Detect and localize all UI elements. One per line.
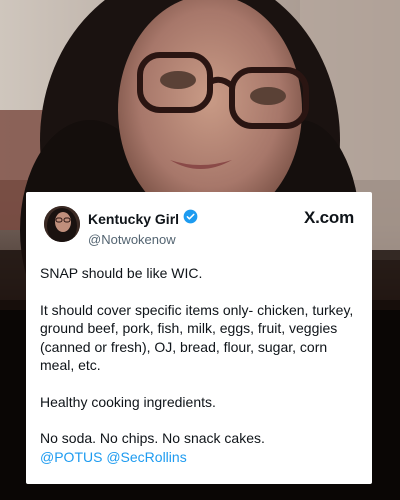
author-display-name[interactable]: Kentucky Girl: [88, 211, 179, 227]
tweet-header: Kentucky Girl @Notwokenow X.com: [40, 204, 358, 252]
tweet-body: SNAP should be like WIC. It should cover…: [40, 264, 358, 466]
x-brand-logo: X.com: [303, 208, 354, 227]
mention-link[interactable]: @SecRollins: [106, 449, 186, 465]
tweet-card: Kentucky Girl @Notwokenow X.com SNAP sho…: [26, 192, 372, 484]
tweet-mentions: @POTUS @SecRollins: [40, 448, 358, 467]
tweet-paragraph: It should cover specific items only- chi…: [40, 301, 354, 374]
tweet-author: Kentucky Girl @Notwokenow: [88, 209, 198, 247]
mention-link[interactable]: @POTUS: [40, 449, 102, 465]
avatar[interactable]: [44, 206, 80, 242]
verified-badge-icon: [183, 209, 198, 229]
tweet-paragraph: Healthy cooking ingredients.: [40, 393, 216, 410]
author-handle[interactable]: @Notwokenow: [88, 232, 198, 247]
tweet-paragraph: No soda. No chips. No snack cakes.: [40, 430, 265, 446]
tweet-paragraph: SNAP should be like WIC.: [40, 265, 203, 281]
author-name-row: Kentucky Girl: [88, 209, 198, 229]
avatar-image: [44, 206, 80, 242]
